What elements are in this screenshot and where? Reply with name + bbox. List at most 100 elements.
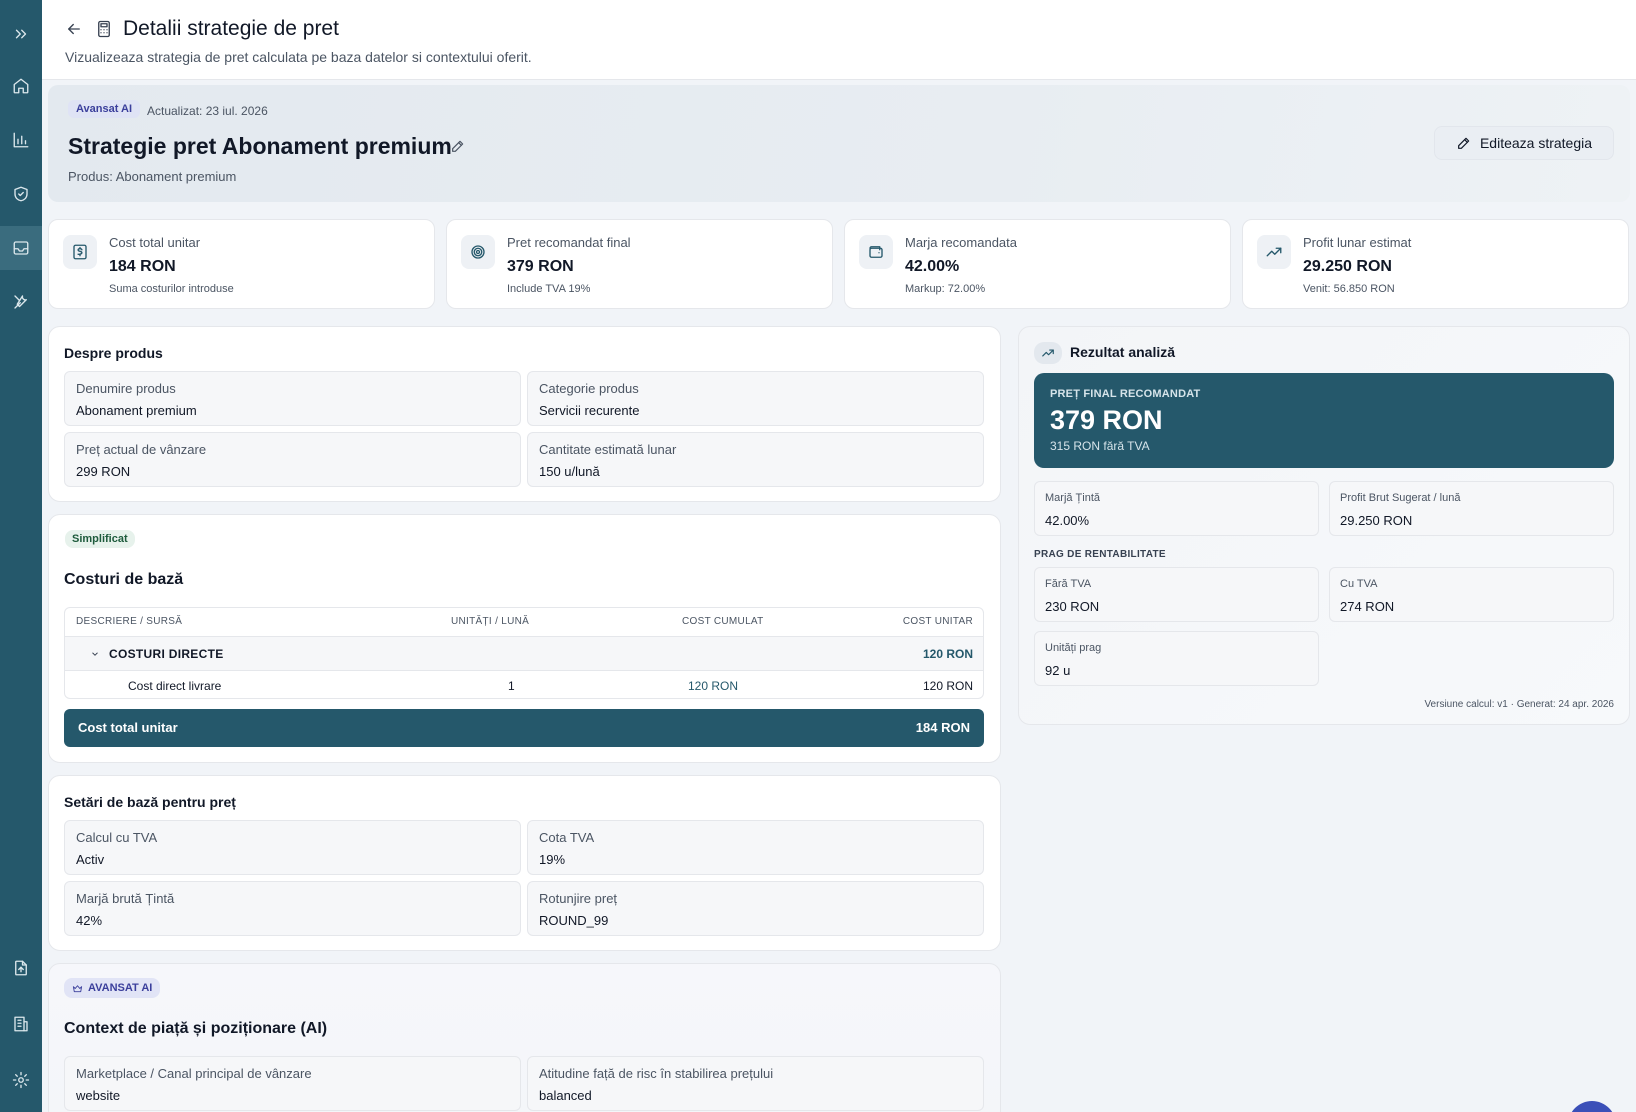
building-icon xyxy=(14,1016,28,1032)
breakeven-vat-card: Cu TVA 274 RON xyxy=(1329,567,1614,622)
field-value: 299 RON xyxy=(76,464,131,479)
group-label: COSTURI DIRECTE xyxy=(109,647,224,661)
edit-title-button[interactable] xyxy=(450,138,468,156)
sidebar-item-analytics[interactable] xyxy=(0,118,42,162)
page-subtitle: Vizualizeaza strategia de pret calculata… xyxy=(65,49,532,65)
trending-up-icon xyxy=(1034,342,1062,364)
kpi-label: Pret recomandat final xyxy=(507,235,631,250)
badge-label: AVANSAT AI xyxy=(88,982,153,994)
final-price-label: PREȚ FINAL RECOMANDAT xyxy=(1050,388,1201,400)
price-settings-panel: Setări de bază pentru preț Calcul cu TVA… xyxy=(48,775,1001,951)
field-value: 150 u/lună xyxy=(539,464,600,479)
field-current-price: Preț actual de vânzare 299 RON xyxy=(64,432,521,487)
field-value: 274 RON xyxy=(1340,599,1395,614)
sidebar-item-security[interactable] xyxy=(0,172,42,216)
field-value: 230 RON xyxy=(1045,599,1100,614)
kpi-sub: Suma costurilor introduse xyxy=(109,283,234,295)
trending-up-icon xyxy=(1257,235,1291,269)
market-context-title: Context de piață și poziționare (AI) xyxy=(64,1020,328,1037)
arrow-left-icon xyxy=(68,23,80,35)
analysis-result-panel: Rezultat analiză PREȚ FINAL RECOMANDAT 3… xyxy=(1018,326,1630,725)
column-header: COST UNITAR xyxy=(902,616,973,627)
final-price-no-vat: 315 RON fără TVA xyxy=(1050,439,1150,453)
field-vat-calc: Calcul cu TVA Activ xyxy=(64,820,521,875)
shield-icon xyxy=(14,186,28,202)
sidebar-item-tools[interactable] xyxy=(0,280,42,324)
field-value: ROUND_99 xyxy=(539,913,609,928)
field-vat-rate: Cota TVA 19% xyxy=(527,820,984,875)
kpi-sub: Markup: 72.00% xyxy=(905,283,986,295)
row-cumulative: 120 RON xyxy=(688,679,739,693)
field-product-category: Categorie produs Servicii recurente xyxy=(527,371,984,426)
field-value: 19% xyxy=(539,852,566,867)
pencil-icon xyxy=(452,140,464,152)
row-description: Cost direct livrare xyxy=(128,679,222,693)
kpi-card-monthly-profit: Profit lunar estimat 29.250 RON Venit: 5… xyxy=(1242,219,1629,309)
simplified-badge: Simplificat xyxy=(65,530,135,548)
gross-profit-card: Profit Brut Sugerat / lună 29.250 RON xyxy=(1329,481,1614,536)
final-price-card: PREȚ FINAL RECOMANDAT 379 RON 315 RON fă… xyxy=(1034,373,1614,468)
settings-icon xyxy=(12,1071,30,1089)
field-value: Activ xyxy=(76,852,105,867)
kpi-card-final-price: Pret recomandat final 379 RON Include TV… xyxy=(446,219,833,309)
home-icon xyxy=(13,78,29,94)
sidebar-item-pricing[interactable] xyxy=(0,226,42,270)
field-label: Atitudine față de risc în stabilirea pre… xyxy=(539,1066,774,1081)
strategy-title: Strategie pret Abonament premium xyxy=(68,133,452,159)
kpi-value: 379 RON xyxy=(507,258,574,275)
target-icon xyxy=(461,235,495,269)
field-marketplace: Marketplace / Canal principal de vânzare… xyxy=(64,1056,521,1111)
field-label: Marketplace / Canal principal de vânzare xyxy=(76,1066,312,1081)
target-margin-card: Marjă Țintă 42.00% xyxy=(1034,481,1319,536)
field-value: balanced xyxy=(539,1088,592,1103)
sidebar-item-company[interactable] xyxy=(0,1002,42,1046)
kpi-value: 29.250 RON xyxy=(1303,258,1392,275)
kpi-label: Cost total unitar xyxy=(109,235,201,250)
field-label: Unități prag xyxy=(1045,642,1102,654)
field-risk-attitude: Atitudine față de risc în stabilirea pre… xyxy=(527,1056,984,1111)
base-costs-panel: Simplificat Costuri de bază DESCRIERE / … xyxy=(48,514,1001,763)
field-product-name: Denumire produs Abonament premium xyxy=(64,371,521,426)
field-label: Cota TVA xyxy=(539,830,595,845)
field-label: Rotunjire preț xyxy=(539,891,618,906)
field-value: Abonament premium xyxy=(76,403,197,418)
ai-badge: Avansat AI xyxy=(68,100,141,118)
advanced-ai-badge: AVANSAT AI xyxy=(64,978,161,998)
market-context-panel: AVANSAT AI Context de piață și poziționa… xyxy=(48,963,1001,1112)
calculation-version: Versiune calcul: v1 · Generat: 24 apr. 2… xyxy=(1424,699,1614,710)
updated-date: Actualizat: 23 iul. 2026 xyxy=(147,104,268,118)
kpi-sub: Include TVA 19% xyxy=(507,283,591,295)
field-value: 29.250 RON xyxy=(1340,513,1413,528)
kpi-label: Profit lunar estimat xyxy=(1303,235,1412,250)
price-settings-title: Setări de bază pentru preț xyxy=(64,794,236,810)
tools-icon xyxy=(14,295,27,309)
chat-widget-button[interactable] xyxy=(1568,1101,1616,1112)
field-label: Calcul cu TVA xyxy=(76,830,158,845)
back-button[interactable] xyxy=(64,19,84,39)
total-value: 184 RON xyxy=(915,720,970,735)
sidebar-item-upload[interactable] xyxy=(0,946,42,990)
breakeven-title: PRAG DE RENTABILITATE xyxy=(1034,549,1166,560)
column-header: COST CUMULAT xyxy=(682,616,764,627)
bar-chart-icon xyxy=(13,132,29,148)
cost-group-row[interactable]: COSTURI DIRECTE 120 RON xyxy=(65,636,983,670)
sidebar-item-home[interactable] xyxy=(0,64,42,108)
chevron-down-icon xyxy=(92,652,98,656)
field-value: 42% xyxy=(76,913,103,928)
breakeven-units-card: Unități prag 92 u xyxy=(1034,631,1319,686)
row-units: 1 xyxy=(508,679,515,693)
chevrons-right-icon xyxy=(15,29,27,39)
kpi-sub: Venit: 56.850 RON xyxy=(1303,283,1395,295)
sidebar-item-settings[interactable] xyxy=(0,1058,42,1102)
edit-strategy-button[interactable]: Editeaza strategia xyxy=(1434,126,1614,160)
sidebar-expand-button[interactable] xyxy=(0,12,42,56)
field-label: Preț actual de vânzare xyxy=(76,442,207,457)
field-label: Denumire produs xyxy=(76,381,176,396)
final-price-value: 379 RON xyxy=(1050,405,1163,435)
field-value: Servicii recurente xyxy=(539,403,640,418)
sidebar xyxy=(0,0,42,1112)
table-row: Cost direct livrare 1 120 RON 120 RON xyxy=(65,670,983,698)
file-upload-icon xyxy=(15,960,27,976)
total-label: Cost total unitar xyxy=(78,720,178,735)
row-unit-cost: 120 RON xyxy=(922,679,973,693)
